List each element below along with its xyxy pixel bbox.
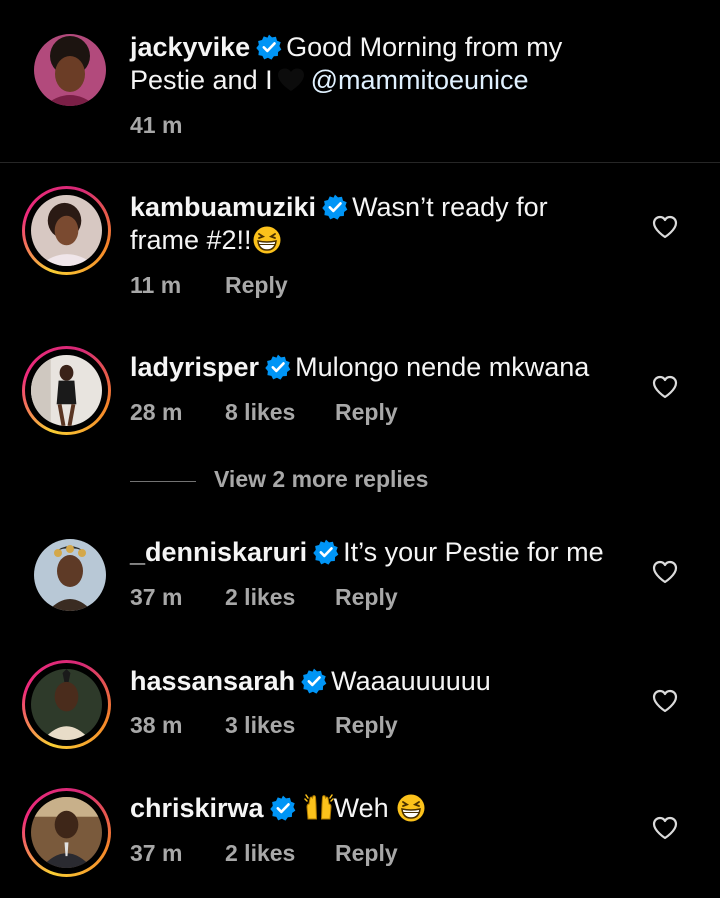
reply-button[interactable]: Reply	[335, 840, 398, 867]
avatar[interactable]	[34, 34, 106, 106]
timestamp: 37 m	[130, 840, 183, 866]
comment-text: Weh	[333, 793, 389, 823]
timestamp: 37 m	[130, 584, 183, 610]
username[interactable]: kambuamuziki	[130, 192, 316, 222]
avatar[interactable]	[31, 797, 102, 868]
comment-text: Mulongo nende mkwana	[295, 352, 590, 382]
username[interactable]: _denniskaruri	[130, 537, 307, 567]
reply-button[interactable]: Reply	[335, 584, 398, 611]
avatar[interactable]	[31, 669, 102, 740]
grinning-squinting-face-icon	[396, 793, 426, 823]
black-heart-icon	[277, 68, 304, 91]
comment-text: Wasn’t ready for	[352, 192, 548, 222]
divider	[130, 481, 196, 482]
likes-count[interactable]: 8 likes	[225, 399, 295, 426]
post-caption: jackyvike Good Morning from my Pestie and…	[0, 0, 720, 162]
avatar[interactable]	[31, 195, 102, 266]
reply-button[interactable]: Reply	[335, 712, 398, 739]
like-heart-icon[interactable]	[652, 689, 678, 713]
like-heart-icon[interactable]	[652, 560, 678, 584]
verified-badge-icon	[265, 354, 291, 380]
like-heart-icon[interactable]	[652, 375, 678, 399]
verified-badge-icon	[313, 539, 339, 565]
mention-link[interactable]: @mammitoeunice	[311, 65, 529, 95]
username[interactable]: ladyrisper	[130, 352, 259, 382]
like-heart-icon[interactable]	[652, 816, 678, 840]
comment-text: Waaauuuuuu	[331, 666, 491, 696]
likes-count[interactable]: 3 likes	[225, 712, 295, 739]
likes-count[interactable]: 2 likes	[225, 584, 295, 611]
reply-button[interactable]: Reply	[225, 272, 288, 299]
verified-badge-icon	[270, 795, 296, 821]
username[interactable]: jackyvike	[130, 32, 250, 62]
raising-hands-icon	[304, 793, 334, 823]
like-heart-icon[interactable]	[652, 215, 678, 239]
avatar[interactable]	[31, 355, 102, 426]
reply-button[interactable]: Reply	[335, 399, 398, 426]
divider	[0, 162, 720, 163]
timestamp: 28 m	[130, 399, 183, 425]
verified-badge-icon	[322, 194, 348, 220]
view-more-replies-button[interactable]: View 2 more replies	[214, 466, 428, 493]
verified-badge-icon	[301, 668, 327, 694]
grinning-squinting-face-icon	[252, 225, 282, 255]
comment-text: It’s your Pestie for me	[343, 537, 604, 567]
likes-count[interactable]: 2 likes	[225, 840, 295, 867]
timestamp: 41 m	[130, 112, 183, 138]
timestamp: 11 m	[130, 272, 182, 298]
caption-text: Good Morning from my	[286, 32, 563, 62]
username[interactable]: hassansarah	[130, 666, 295, 696]
username[interactable]: chriskirwa	[130, 793, 264, 823]
timestamp: 38 m	[130, 712, 183, 738]
caption-text: Pestie and I	[130, 65, 273, 95]
avatar[interactable]	[34, 539, 106, 611]
comment-text: frame #2!!	[130, 225, 252, 255]
verified-badge-icon	[256, 34, 282, 60]
